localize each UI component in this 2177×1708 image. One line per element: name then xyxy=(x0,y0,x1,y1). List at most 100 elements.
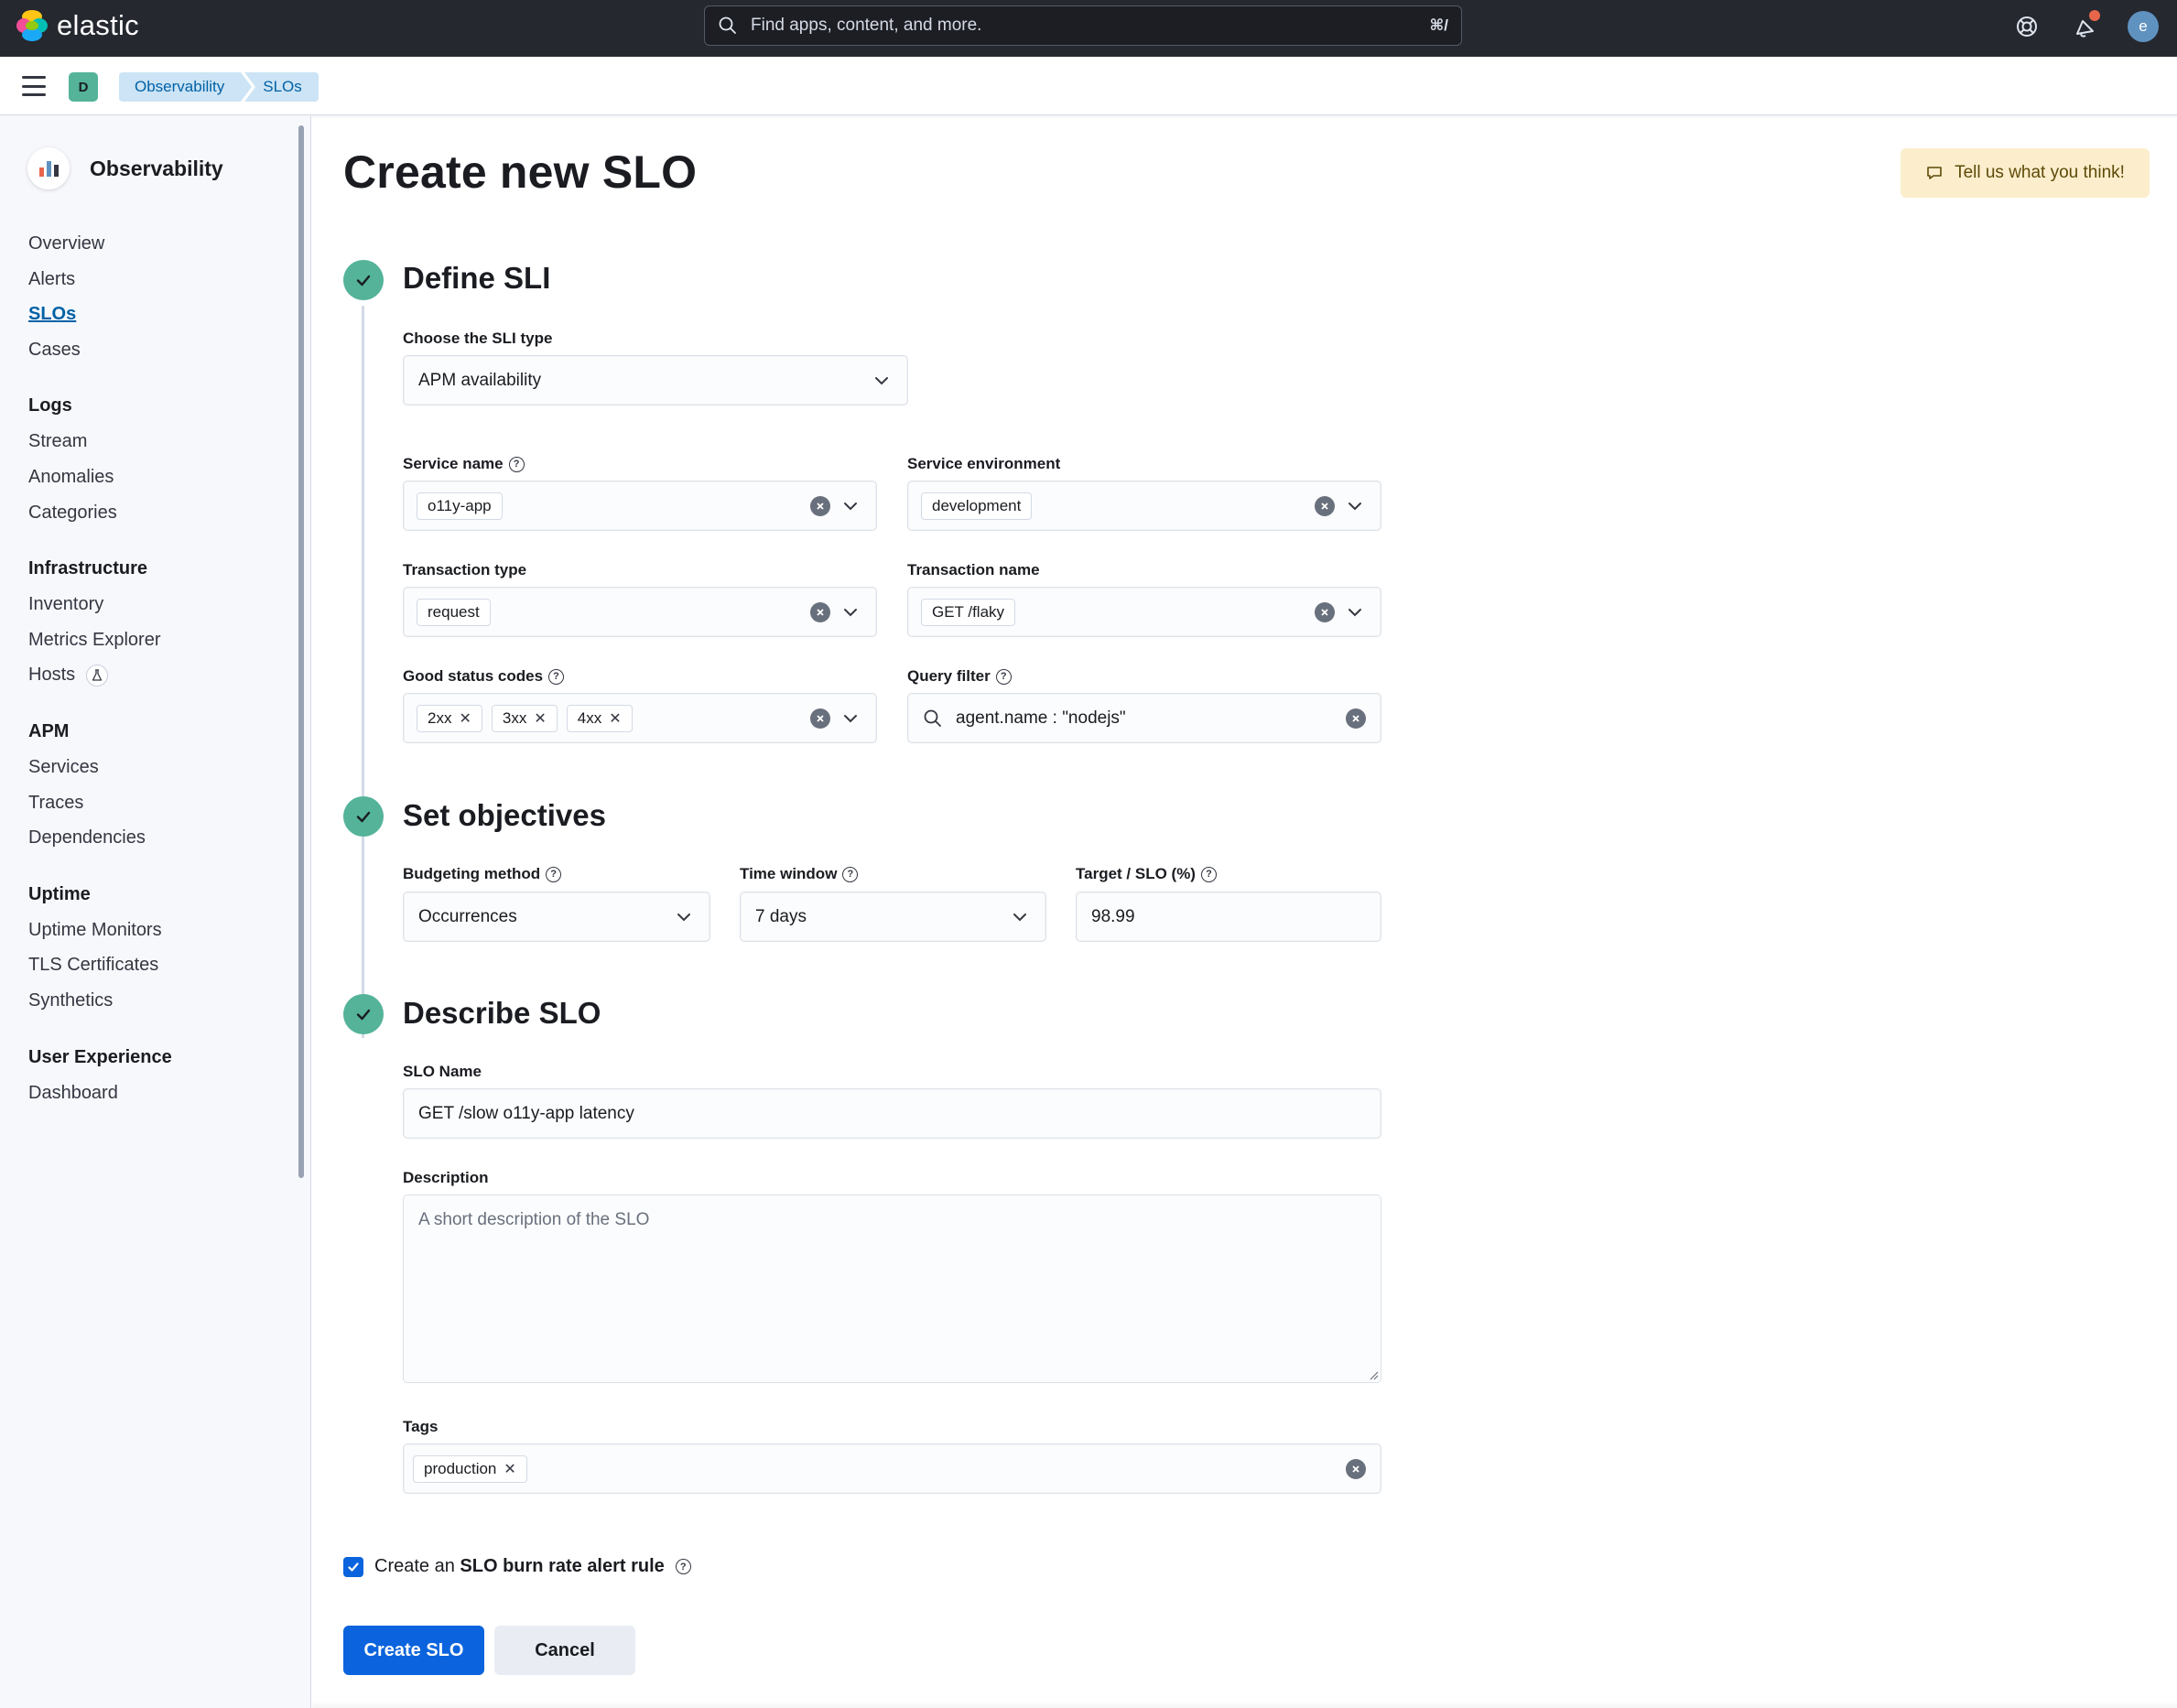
service-environment-chip: development xyxy=(921,492,1033,520)
chevron-down-icon[interactable] xyxy=(841,709,860,728)
time-window-label: Time window? xyxy=(740,865,859,883)
help-icon[interactable]: ? xyxy=(548,668,565,685)
cancel-button[interactable]: Cancel xyxy=(494,1626,635,1675)
nav-group-main: Overview Alerts SLOs Cases xyxy=(28,226,294,367)
chevron-down-icon[interactable] xyxy=(1346,603,1364,622)
nav-group-title: Infrastructure xyxy=(28,558,148,579)
tags-combobox[interactable]: production ✕ xyxy=(403,1443,1381,1494)
service-environment-combobox[interactable]: development xyxy=(907,481,1381,531)
create-slo-button[interactable]: Create SLO xyxy=(343,1626,484,1675)
sidebar-item-anomalies[interactable]: Anomalies xyxy=(28,459,294,495)
target-slo-input[interactable]: 98.99 xyxy=(1076,892,1381,942)
step-complete-check-icon xyxy=(343,260,384,300)
clear-icon[interactable] xyxy=(810,601,830,622)
remove-chip-icon[interactable]: ✕ xyxy=(504,1460,515,1478)
step-complete-check-icon xyxy=(343,994,384,1034)
clear-icon[interactable] xyxy=(1315,601,1335,622)
tag-chip: production ✕ xyxy=(413,1454,527,1483)
clear-icon[interactable] xyxy=(1315,495,1335,516)
help-icon[interactable] xyxy=(2010,10,2043,43)
query-filter-label: Query filter? xyxy=(907,667,1012,686)
service-name-combobox[interactable]: o11y-app xyxy=(403,481,877,531)
nav-group-user-experience: User Experience Dashboard xyxy=(28,1039,294,1111)
transaction-type-chip: request xyxy=(417,598,491,626)
clear-icon[interactable] xyxy=(1346,1458,1366,1479)
notification-dot xyxy=(2089,10,2100,21)
sidebar-item-slos[interactable]: SLOs xyxy=(28,297,294,332)
newsfeed-icon[interactable] xyxy=(2069,10,2102,43)
chevron-down-icon xyxy=(1013,913,1026,921)
sidebar-item-tls-certificates[interactable]: TLS Certificates xyxy=(28,947,294,983)
sidebar-item-stream[interactable]: Stream xyxy=(28,424,294,459)
sidebar-item-alerts[interactable]: Alerts xyxy=(28,262,294,297)
transaction-name-label: Transaction name xyxy=(907,561,1040,578)
step-title-describe-slo: Describe SLO xyxy=(403,996,601,1030)
alert-rule-checkbox[interactable] xyxy=(343,1556,363,1577)
sidebar-item-traces[interactable]: Traces xyxy=(28,785,294,821)
nav-group-title: Uptime xyxy=(28,883,91,904)
remove-chip-icon[interactable]: ✕ xyxy=(609,709,621,728)
breadcrumb-slos[interactable]: SLOs xyxy=(244,72,319,102)
transaction-name-combobox[interactable]: GET /flaky xyxy=(907,587,1381,637)
sidebar-item-inventory[interactable]: Inventory xyxy=(28,587,294,622)
global-search-input[interactable] xyxy=(738,16,1430,36)
nav-group-title: APM xyxy=(28,720,70,741)
description-textarea[interactable]: A short description of the SLO xyxy=(403,1195,1381,1383)
clear-icon[interactable] xyxy=(810,708,830,729)
steps-connector xyxy=(362,306,364,1038)
search-icon xyxy=(719,16,736,34)
help-icon[interactable]: ? xyxy=(508,456,525,472)
chevron-down-icon[interactable] xyxy=(1346,497,1364,515)
time-window-value: 7 days xyxy=(755,906,807,926)
feedback-label: Tell us what you think! xyxy=(1955,163,2125,182)
help-icon[interactable]: ? xyxy=(995,668,1012,685)
chevron-down-icon[interactable] xyxy=(841,603,860,622)
sli-type-select[interactable]: APM availability xyxy=(403,355,908,405)
resize-handle-icon[interactable] xyxy=(1368,1369,1379,1380)
chevron-down-icon[interactable] xyxy=(841,497,860,515)
sidebar-scrollbar[interactable] xyxy=(298,125,304,1178)
service-name-label: Service name? xyxy=(403,455,525,473)
breadcrumb-observability[interactable]: Observability xyxy=(119,72,253,102)
description-label: Description xyxy=(403,1169,489,1186)
good-status-codes-combobox[interactable]: 2xx ✕ 3xx ✕ 4xx ✕ xyxy=(403,693,877,743)
transaction-type-combobox[interactable]: request xyxy=(403,587,877,637)
sidebar-item-overview[interactable]: Overview xyxy=(28,226,294,262)
remove-chip-icon[interactable]: ✕ xyxy=(459,709,471,728)
side-nav: Observability Overview Alerts SLOs Cases… xyxy=(0,116,311,1708)
sidebar-item-metrics-explorer[interactable]: Metrics Explorer xyxy=(28,622,294,658)
description-placeholder: A short description of the SLO xyxy=(418,1210,650,1229)
user-avatar[interactable]: e xyxy=(2128,11,2159,42)
clear-icon[interactable] xyxy=(810,495,830,516)
sidebar-item-uptime-monitors[interactable]: Uptime Monitors xyxy=(28,913,294,948)
sidebar-item-synthetics[interactable]: Synthetics xyxy=(28,983,294,1019)
slo-name-input[interactable]: GET /slow o11y-app latency xyxy=(403,1088,1381,1139)
bottom-shadow xyxy=(312,1701,2177,1708)
good-status-codes-label: Good status codes? xyxy=(403,667,565,686)
help-icon[interactable]: ? xyxy=(842,866,859,882)
alert-rule-label: Create an SLO burn rate alert rule xyxy=(374,1556,665,1576)
sli-type-value: APM availability xyxy=(418,370,542,390)
sidebar-item-cases[interactable]: Cases xyxy=(28,332,294,368)
help-icon[interactable]: ? xyxy=(546,866,562,882)
help-icon[interactable]: ? xyxy=(1200,866,1217,882)
nav-group-uptime: Uptime Uptime Monitors TLS Certificates … xyxy=(28,876,294,1019)
sidebar-item-hosts[interactable]: Hosts xyxy=(28,657,294,693)
remove-chip-icon[interactable]: ✕ xyxy=(534,709,546,728)
time-window-select[interactable]: 7 days xyxy=(740,892,1046,942)
menu-toggle-icon[interactable] xyxy=(22,76,46,96)
help-icon[interactable]: ? xyxy=(675,1559,691,1574)
search-icon xyxy=(924,709,941,727)
clear-icon[interactable] xyxy=(1346,708,1366,729)
global-search[interactable]: ⌘/ xyxy=(704,5,1462,46)
budgeting-method-select[interactable]: Occurrences xyxy=(403,892,710,942)
sidebar-item-services[interactable]: Services xyxy=(28,750,294,785)
sidebar-item-dashboard[interactable]: Dashboard xyxy=(28,1076,294,1111)
sidebar-item-dependencies[interactable]: Dependencies xyxy=(28,820,294,856)
space-avatar[interactable]: D xyxy=(69,72,98,102)
elastic-logo[interactable]: elastic xyxy=(16,9,139,42)
sidebar-item-categories[interactable]: Categories xyxy=(28,495,294,531)
query-filter-input[interactable]: agent.name : "nodejs" xyxy=(907,693,1381,743)
observability-logo-icon xyxy=(27,147,70,189)
feedback-button[interactable]: Tell us what you think! xyxy=(1901,148,2150,198)
